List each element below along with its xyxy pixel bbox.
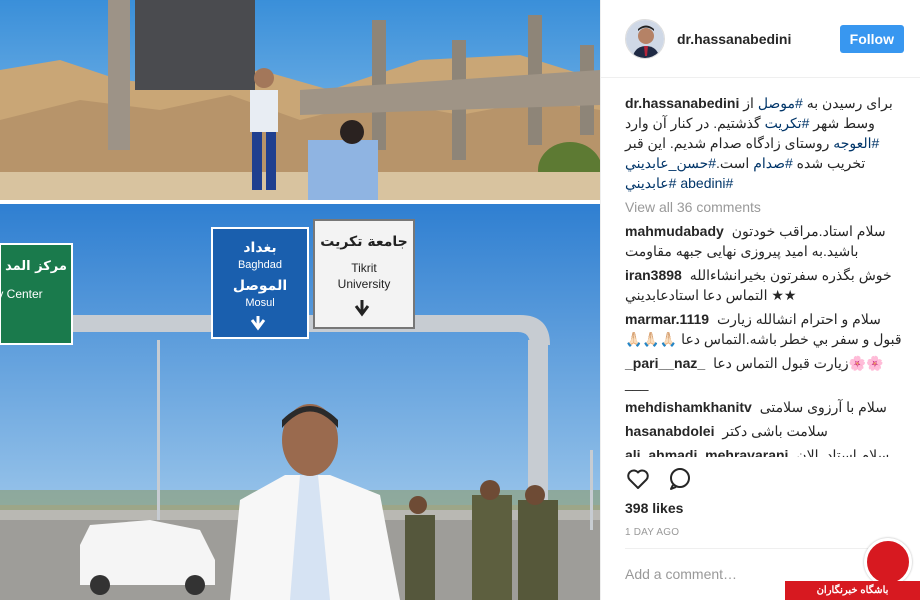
comment-item: hasanabdolei سلامت باشی دکتر — [625, 421, 904, 441]
comment-username[interactable]: iran3898 — [625, 267, 682, 283]
likes-count[interactable]: 398 likes — [625, 500, 683, 516]
comments-section: dr.hassanabedini برای رسیدن به #موصل از … — [601, 79, 920, 457]
watermark-logo: باشگاه خبرنگاران — [785, 538, 920, 600]
hashtag-link[interactable]: #عابديني — [625, 175, 676, 191]
comment-text: سلامت باشی دکتر — [722, 423, 828, 439]
sign-left-arabic2: الموصل — [233, 278, 287, 294]
hashtag-link[interactable]: #حسن_عابديني — [625, 155, 716, 171]
hashtag-link[interactable]: #العوجه — [833, 135, 879, 151]
sign-right-latin1: Tikrit — [351, 261, 377, 275]
caption-segment: برای رسیدن به — [802, 95, 893, 111]
comment-username[interactable]: marmar.1119 — [625, 311, 709, 327]
post-photo: بغداد Baghdad الموصل Mosul جامعة تكريت T… — [0, 0, 600, 600]
collage-image: بغداد Baghdad الموصل Mosul جامعة تكريت T… — [0, 0, 600, 600]
comment-text: سلام با آرزوی سلامتی — [759, 399, 887, 415]
view-all-comments-link[interactable]: View all 36 comments — [625, 199, 904, 215]
caption-segment: است. — [716, 155, 754, 171]
sign-right-arabic: جامعة تكريت — [320, 234, 407, 250]
post-header: dr.hassanabedini Follow — [601, 0, 920, 78]
sign-left-arabic: بغداد — [243, 240, 276, 256]
follow-button[interactable]: Follow — [839, 24, 904, 53]
sign-left-latin: Baghdad — [238, 259, 282, 271]
comment-list: mahmudabady سلام استاد.مراقب خودتون باشی… — [625, 221, 904, 457]
hashtag-link[interactable]: #صدام — [753, 155, 793, 171]
watermark-text: باشگاه خبرنگاران — [785, 581, 920, 600]
sign-far-arabic: مركز المد — [5, 259, 67, 274]
comment-item: ali_ahmadi_mehravarani سلام.استاد. الان … — [625, 445, 904, 457]
hashtag-link[interactable]: #abedini — [680, 175, 733, 191]
comment-username[interactable]: mehdishamkhanitv — [625, 399, 752, 415]
post-sidebar: dr.hassanabedini Follow dr.hassanabedini… — [600, 0, 920, 600]
watermark-emblem — [864, 538, 912, 586]
comment-item: iran3898 خوش بگذره سفرتون بخيرانشاءالله … — [625, 265, 904, 305]
caption-username[interactable]: dr.hassanabedini — [625, 95, 739, 111]
comment-item: marmar.1119 سلام و احترام انشالله زیارت … — [625, 309, 904, 349]
post-username[interactable]: dr.hassanabedini — [677, 31, 840, 47]
add-comment-input[interactable] — [625, 560, 805, 588]
comment-item: mahmudabady سلام استاد.مراقب خودتون باشی… — [625, 221, 904, 261]
action-bar — [625, 460, 904, 498]
sign-far-latin: y Center — [0, 287, 43, 301]
comment-item: _pari__naz_ 🌸🌸زيارت قبول التماس دعا ___ — [625, 353, 904, 393]
comment-username[interactable]: ali_ahmadi_mehravarani — [625, 447, 788, 457]
caption-segment: گذشتیم. در کنار آن وارد — [625, 115, 765, 131]
comment-username[interactable]: _pari__naz_ — [625, 355, 705, 371]
comment-username[interactable]: mahmudabady — [625, 223, 724, 239]
caption: dr.hassanabedini برای رسیدن به #موصل از … — [625, 93, 904, 193]
hashtag-link[interactable]: #تکریت — [765, 115, 810, 131]
comment-item: mehdishamkhanitv سلام با آرزوی سلامتی — [625, 397, 904, 417]
hashtag-link[interactable]: #موصل — [758, 95, 803, 111]
heart-icon[interactable] — [625, 466, 651, 492]
comment-icon[interactable] — [667, 466, 693, 492]
comment-username[interactable]: hasanabdolei — [625, 423, 714, 439]
post-timestamp[interactable]: 1 DAY AGO — [625, 527, 679, 538]
avatar[interactable] — [625, 18, 665, 59]
sign-right-latin2: University — [338, 277, 391, 291]
sign-left-latin2: Mosul — [245, 297, 274, 309]
